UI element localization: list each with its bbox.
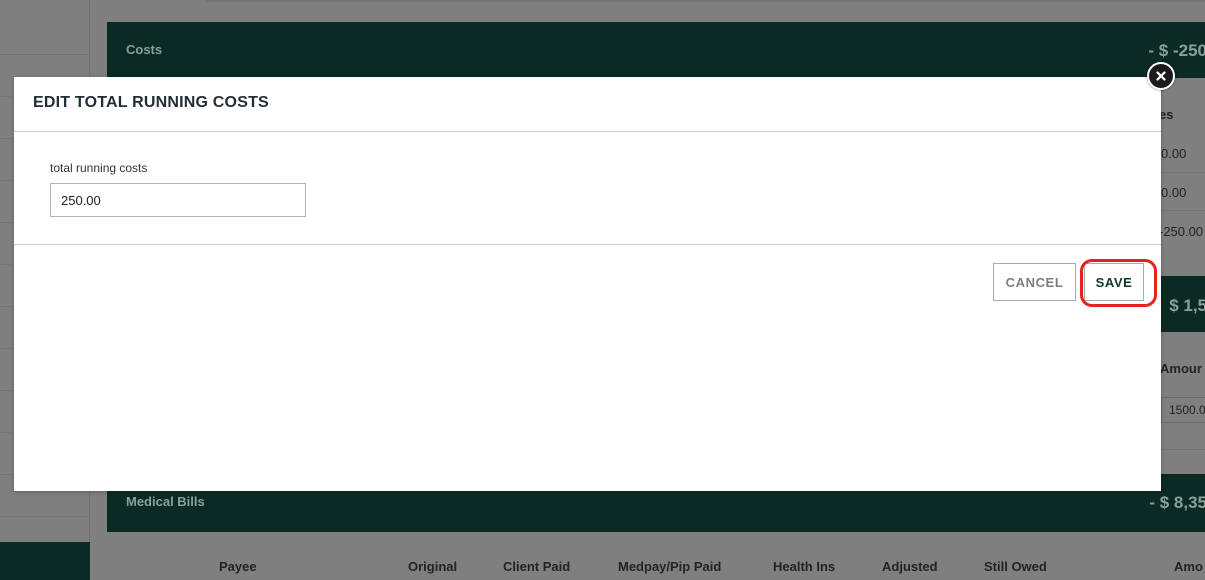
settlement-column-header: Amour [1160,361,1202,376]
sidebar-active-item [0,542,90,580]
medical-bills-title: Medical Bills [126,494,205,509]
save-button[interactable]: SAVE [1084,263,1144,301]
modal-header-divider [14,131,1161,132]
sidebar-divider [0,516,90,517]
settlement-section-amount: $ 1,5 [1169,296,1205,315]
costs-section-amount: - $ -250 [1148,41,1205,60]
modal-footer-divider [14,244,1161,245]
costs-cell: 0.00 [1161,146,1187,161]
costs-section-header: Costs - $ -250 [107,22,1205,78]
column-header-adjusted: Adjusted [882,559,938,574]
medical-bills-amount: - $ 8,35 [1149,493,1205,512]
sidebar-divider [0,54,90,55]
column-header-original: Original [408,559,458,574]
row-divider [1161,449,1205,450]
row-divider [1161,210,1205,211]
running-costs-label: total running costs [50,161,148,175]
column-header-payee: Payee [219,559,257,574]
costs-column-header: es [1159,107,1174,122]
column-header-still-owed: Still Owed [984,559,1047,574]
costs-cell: 0.00 [1161,185,1187,200]
edit-running-costs-modal: EDIT TOTAL RUNNING COSTS total running c… [14,77,1161,491]
costs-section-title: Costs [126,42,163,57]
close-icon [1156,71,1166,81]
running-costs-input[interactable] [50,183,306,217]
column-header-amount: Amo [1174,559,1203,574]
costs-cell: -250.00 [1159,224,1204,239]
settlement-cell: 1500.0 [1169,403,1205,417]
row-divider [1161,172,1205,173]
column-header-client-paid: Client Paid [503,559,571,574]
modal-title: EDIT TOTAL RUNNING COSTS [33,94,269,111]
column-header-medpay: Medpay/Pip Paid [618,559,722,574]
modal-close-button[interactable] [1147,62,1175,90]
column-header-health-ins: Health Ins [773,559,836,574]
top-divider [205,0,1205,2]
cancel-button[interactable]: CANCEL [993,263,1076,301]
